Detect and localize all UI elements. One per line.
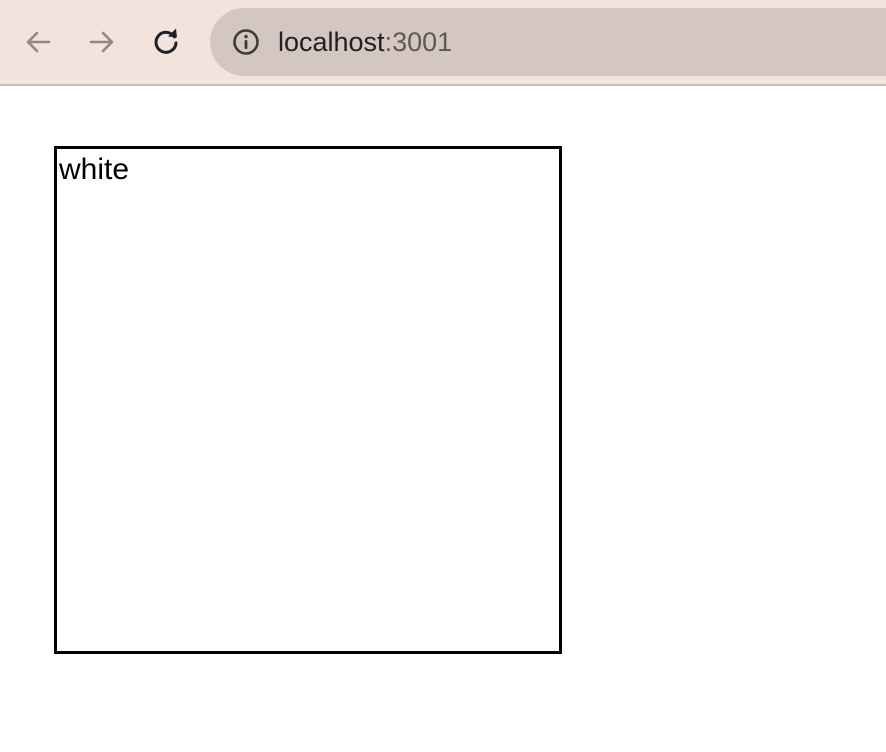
browser-toolbar: localhost:3001 — [0, 0, 886, 86]
url-text: localhost:3001 — [278, 25, 452, 59]
arrow-right-icon — [89, 31, 114, 53]
reload-button[interactable] — [146, 22, 186, 62]
url-host: localhost — [278, 27, 385, 57]
info-icon[interactable] — [232, 28, 260, 56]
box-label: white — [59, 153, 130, 186]
white-box: white — [54, 146, 562, 654]
back-button[interactable] — [18, 22, 58, 62]
arrow-left-icon — [26, 31, 51, 53]
address-bar[interactable]: localhost:3001 — [210, 8, 886, 76]
url-port: :3001 — [384, 27, 453, 57]
reload-icon — [154, 28, 178, 54]
forward-button[interactable] — [82, 22, 122, 62]
